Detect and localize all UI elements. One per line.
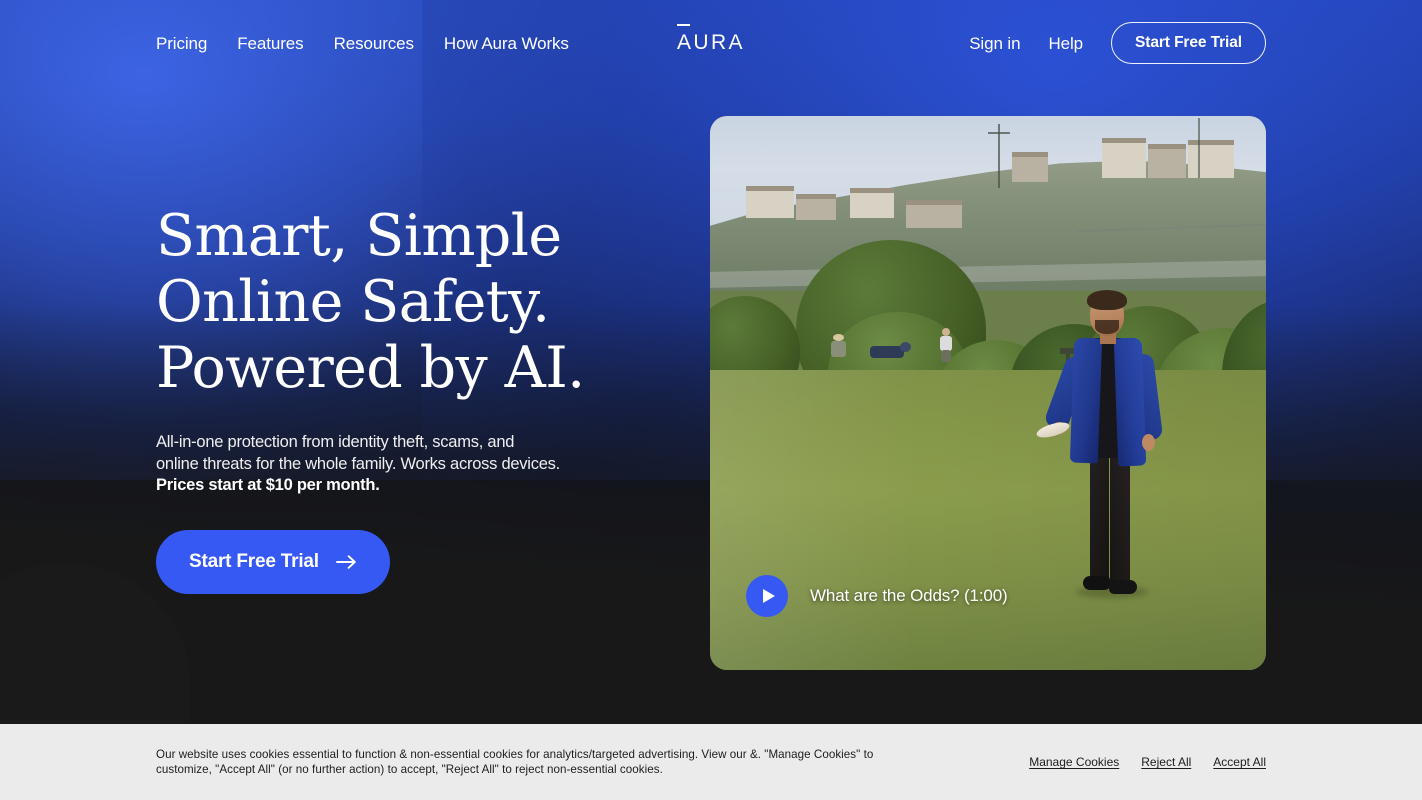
subject-right-hand: [1142, 434, 1155, 451]
subject-jacket-left: [1069, 337, 1103, 464]
primary-navigation: Pricing Features Resources How Aura Work…: [156, 35, 569, 52]
nav-link-pricing[interactable]: Pricing: [156, 35, 207, 52]
video-house: [1102, 138, 1146, 178]
hero-video-card[interactable]: What are the Odds? (1:00): [710, 116, 1266, 670]
subject-beard: [1095, 320, 1119, 334]
video-utility-pole-crossbar: [988, 132, 1010, 134]
video-house: [1012, 152, 1048, 182]
subject-jacket-right: [1113, 337, 1147, 467]
hero-start-free-trial-button[interactable]: Start Free Trial: [156, 529, 390, 594]
hero-title-line-2: Online Safety.: [156, 269, 550, 335]
aura-logo[interactable]: AURA: [677, 24, 745, 55]
hero-price-note: Prices start at $10 per month.: [156, 476, 380, 494]
cookie-consent-actions: Manage Cookies Reject All Accept All: [1029, 755, 1266, 769]
play-icon[interactable]: [746, 575, 788, 617]
video-house: [796, 194, 836, 220]
video-background-person: [828, 334, 850, 362]
video-house: [850, 188, 894, 218]
cookie-consent-text: Our website uses cookies essential to fu…: [156, 747, 874, 777]
video-house: [906, 200, 962, 228]
reject-all-link[interactable]: Reject All: [1141, 755, 1191, 769]
hero-section: Pricing Features Resources How Aura Work…: [0, 0, 1422, 724]
manage-cookies-link[interactable]: Manage Cookies: [1029, 755, 1119, 769]
nav-link-help[interactable]: Help: [1048, 35, 1083, 52]
hero-copy: Smart, Simple Online Safety. Powered by …: [156, 203, 686, 594]
nav-link-resources[interactable]: Resources: [334, 35, 414, 52]
video-overlay: What are the Odds? (1:00): [746, 575, 1008, 617]
video-grass-field: [710, 370, 1266, 670]
subject-left-leg: [1090, 454, 1109, 580]
accept-all-link[interactable]: Accept All: [1213, 755, 1266, 769]
video-main-subject: [1035, 290, 1170, 624]
video-house: [1188, 140, 1234, 178]
header-start-free-trial-button[interactable]: Start Free Trial: [1111, 22, 1266, 64]
video-house: [1148, 144, 1186, 178]
hero-content: Smart, Simple Online Safety. Powered by …: [0, 0, 1422, 724]
nav-link-sign-in[interactable]: Sign in: [969, 35, 1020, 52]
hero-subtitle: All-in-one protection from identity thef…: [156, 432, 616, 497]
subject-right-leg: [1110, 454, 1130, 584]
subject-left-shoe: [1083, 576, 1110, 590]
video-house: [746, 186, 794, 218]
hero-title: Smart, Simple Online Safety. Powered by …: [156, 203, 686, 401]
nav-link-features[interactable]: Features: [237, 35, 303, 52]
video-background-person: [938, 328, 954, 362]
nav-link-how-aura-works[interactable]: How Aura Works: [444, 35, 569, 52]
video-utility-pole: [1198, 118, 1200, 178]
subject-hair: [1087, 290, 1127, 310]
secondary-navigation: Sign in Help Start Free Trial: [969, 22, 1266, 64]
video-title-label: What are the Odds? (1:00): [810, 586, 1008, 605]
hero-subtitle-line-2: online threats for the whole family. Wor…: [156, 454, 560, 473]
arrow-right-icon: [335, 554, 357, 569]
cookie-consent-banner: Our website uses cookies essential to fu…: [0, 724, 1422, 800]
logo-text: AURA: [677, 31, 745, 54]
site-header: Pricing Features Resources How Aura Work…: [0, 0, 1422, 86]
subject-right-shoe: [1109, 580, 1137, 594]
hero-title-line-3: Powered by AI.: [156, 335, 585, 401]
hero-subtitle-line-1: All-in-one protection from identity thef…: [156, 433, 515, 451]
video-background-person: [870, 342, 916, 362]
hero-title-line-1: Smart, Simple: [156, 203, 562, 269]
hero-cta-label: Start Free Trial: [189, 550, 319, 572]
logo-macron-icon: [677, 24, 691, 26]
